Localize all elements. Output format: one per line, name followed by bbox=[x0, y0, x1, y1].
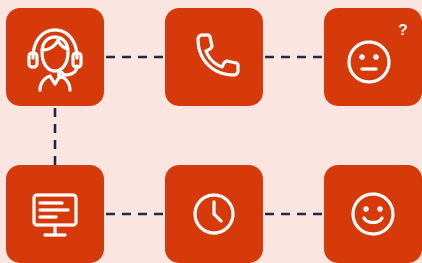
confused-face-icon: ? bbox=[347, 22, 408, 84]
headset-agent-icon bbox=[27, 28, 83, 92]
tile-happy bbox=[324, 165, 422, 263]
phone-icon bbox=[196, 33, 240, 77]
happy-face-icon bbox=[351, 192, 395, 236]
support-flow-diagram: ? bbox=[0, 0, 422, 263]
tile-phone bbox=[165, 8, 263, 106]
clock-icon bbox=[193, 193, 235, 235]
monitor-icon bbox=[32, 193, 78, 237]
tile-monitor bbox=[6, 165, 104, 263]
tile-agent bbox=[6, 8, 104, 106]
tile-clock bbox=[165, 165, 263, 263]
question-mark-badge: ? bbox=[398, 22, 408, 39]
tile-confused: ? bbox=[324, 8, 422, 106]
